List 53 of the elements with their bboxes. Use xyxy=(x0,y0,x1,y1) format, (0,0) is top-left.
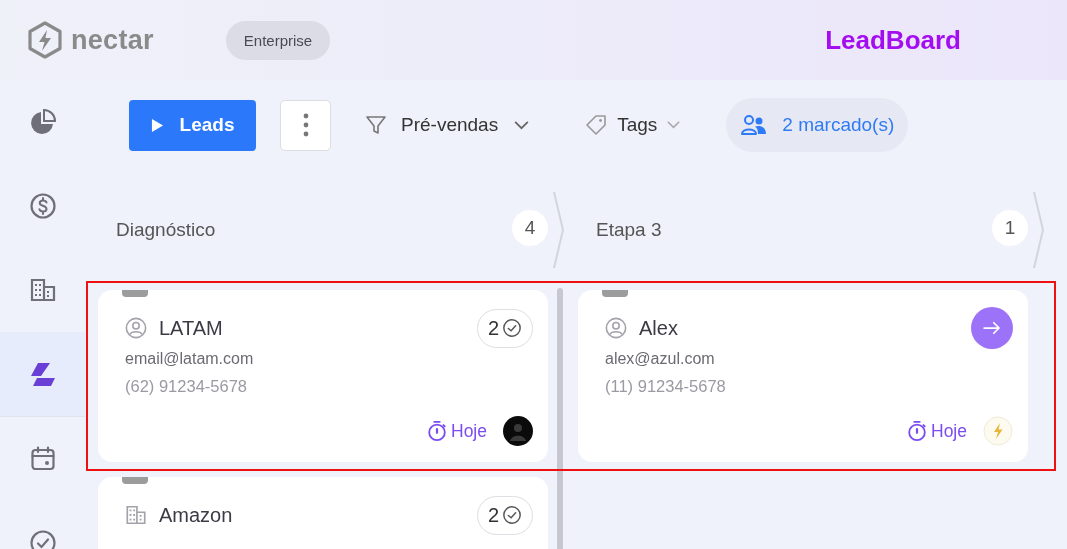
page-title: LeadBoard xyxy=(825,24,961,56)
logo-wordmark: nectar xyxy=(71,24,154,56)
due-date-link[interactable]: Hoje xyxy=(426,420,487,442)
vertical-dots-icon xyxy=(302,113,309,137)
user-avatar xyxy=(503,416,533,446)
pipeline-dropdown[interactable]: Pré-vendas xyxy=(359,113,536,137)
arrow-right-icon xyxy=(983,321,1001,335)
tag-icon xyxy=(585,114,608,136)
lead-phone: (62) 91234-5678 xyxy=(125,377,248,396)
dollar-coin-icon xyxy=(28,192,57,220)
users-icon xyxy=(740,114,769,136)
logo-hexagon-icon xyxy=(25,20,65,60)
building-icon xyxy=(125,504,147,526)
lead-card[interactable]: Amazon 2 xyxy=(98,477,548,549)
calendar-icon xyxy=(28,445,57,473)
sidebar-item[interactable] xyxy=(0,332,85,417)
board-logo-icon xyxy=(28,360,57,388)
column-title: Etapa 3 xyxy=(596,219,663,241)
play-icon xyxy=(150,117,164,133)
stopwatch-icon xyxy=(906,420,928,442)
lead-name: Amazon xyxy=(159,503,234,527)
task-count: 2 xyxy=(487,316,499,340)
card-tab-marker xyxy=(122,290,148,297)
chevron-down-icon xyxy=(514,120,530,130)
leads-button[interactable]: Leads xyxy=(129,99,256,151)
lead-name: Alex xyxy=(639,316,679,340)
column-count-badge: 1 xyxy=(992,210,1028,246)
building-icon xyxy=(28,276,57,304)
open-lead-button[interactable] xyxy=(971,307,1013,349)
lead-phone: (11) 91234-5678 xyxy=(605,377,727,396)
column-title: Diagnóstico xyxy=(116,219,217,241)
check-circle-icon xyxy=(502,505,522,525)
plan-badge: Enterprise xyxy=(225,20,331,60)
card-tab-marker xyxy=(602,290,628,297)
person-circle-icon xyxy=(605,317,627,339)
scrollbar[interactable] xyxy=(557,288,563,549)
column-count-badge: 4 xyxy=(512,210,548,246)
chevron-down-icon xyxy=(667,121,681,129)
filter-funnel-icon xyxy=(365,114,387,136)
tags-dropdown[interactable]: Tags xyxy=(579,113,687,137)
task-count: 2 xyxy=(487,503,499,527)
due-date-link[interactable]: Hoje xyxy=(906,420,967,442)
user-avatar xyxy=(983,416,1013,446)
check-circle-icon xyxy=(502,318,522,338)
lead-name: LATAM xyxy=(159,316,224,340)
lead-email: alex@azul.com xyxy=(605,350,716,368)
person-circle-icon xyxy=(125,317,147,339)
lead-card[interactable]: LATAM 2 email@latam.com (62) 91234-5678 Hoje xyxy=(98,290,548,462)
stopwatch-icon xyxy=(426,420,448,442)
pie-chart-icon xyxy=(28,108,57,136)
lead-email: email@latam.com xyxy=(125,350,255,368)
lead-card[interactable]: Alex alex@azul.com (11) 91234-5678 Hoje xyxy=(578,290,1028,462)
card-tab-marker xyxy=(122,477,148,484)
